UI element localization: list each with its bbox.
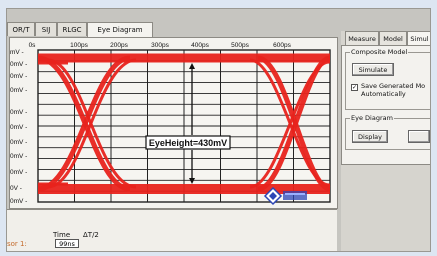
y-tick-label: 0V - [10, 185, 22, 192]
tab-model[interactable]: Model [379, 31, 407, 45]
y-tick-label: 0mV - [10, 198, 27, 205]
save-model-label: Save Generated Mo [361, 82, 426, 90]
simulate-button[interactable]: Simulate [352, 63, 394, 76]
x-tick-label: 500ps [231, 42, 249, 49]
eye-diagram-plot[interactable]: 0s 100ps 200ps 300ps 400ps 500ps 600ps mV - 0mV… [10, 38, 337, 208]
x-tick-label: 300ps [151, 42, 169, 49]
time-column-header: Time [53, 231, 71, 239]
cursor-readout-panel: Time ΔT/2 sor 1: 99ns [7, 209, 337, 251]
delta-column-header: ΔT/2 [83, 231, 99, 239]
y-tick-label: 0mV - [10, 169, 27, 176]
x-tick-label: 100ps [70, 42, 88, 49]
y-tick-label: 0mV - [10, 109, 27, 116]
eye-diagram-group: Eye Diagram Display [345, 114, 430, 150]
composite-model-group: Composite Model Simulate ✓ Save Generate… [345, 48, 430, 110]
x-tick-labels: 0s 100ps 200ps 300ps 400ps 500ps 600ps [29, 42, 292, 49]
simulation-tab-body: Composite Model Simulate ✓ Save Generate… [341, 45, 430, 165]
y-tick-label: 0mV - [10, 124, 27, 131]
tab-simul[interactable]: Simul [407, 31, 430, 45]
right-control-panel: Measure Model Simul Composite Model Simu… [341, 31, 430, 251]
x-tick-label: 600ps [273, 42, 291, 49]
y-tick-label: mV - [10, 49, 24, 56]
application-window: OR/T SIJ RLGC Eye Diagram 0s 100ps 200ps 30… [6, 8, 431, 252]
y-tick-label: 0mV - [10, 73, 27, 80]
tab-strip: OR/T SIJ RLGC Eye Diagram [7, 22, 337, 37]
y-tick-label: 0mV - [10, 153, 27, 160]
y-tick-label: 0mV - [10, 61, 27, 68]
eye-height-label: EyeHeight=430mV [149, 138, 227, 148]
secondary-button[interactable] [408, 130, 430, 143]
composite-model-label: Composite Model [350, 48, 409, 56]
save-model-label-2: Automatically [361, 90, 406, 98]
eye-diagram-group-label: Eye Diagram [350, 114, 394, 122]
y-tick-label: 0mV - [10, 87, 27, 94]
x-tick-label: 400ps [191, 42, 209, 49]
tab-sij[interactable]: SIJ [35, 22, 57, 36]
x-tick-label: 0s [29, 42, 37, 49]
eye-height-annotation: EyeHeight=430mV [145, 135, 231, 150]
cursor-label: sor 1: [7, 240, 27, 248]
tab-or-t[interactable]: OR/T [7, 22, 35, 36]
cursor-time-field[interactable]: 99ns [55, 239, 79, 248]
y-tick-label: 0mV - [10, 139, 27, 146]
tab-rlgc[interactable]: RLGC [57, 22, 87, 36]
tab-eye-diagram[interactable]: Eye Diagram [87, 22, 153, 37]
eye-diagram-panel: 0s 100ps 200ps 300ps 400ps 500ps 600ps mV - 0mV… [9, 37, 338, 209]
x-tick-label: 200ps [110, 42, 128, 49]
display-button[interactable]: Display [352, 130, 388, 143]
tab-measure[interactable]: Measure [345, 31, 379, 45]
y-tick-labels: mV - 0mV - 0mV - 0mV - 0mV - 0mV - 0mV - 0mV - 0… [10, 49, 27, 205]
save-model-checkbox[interactable]: ✓ [351, 84, 358, 91]
